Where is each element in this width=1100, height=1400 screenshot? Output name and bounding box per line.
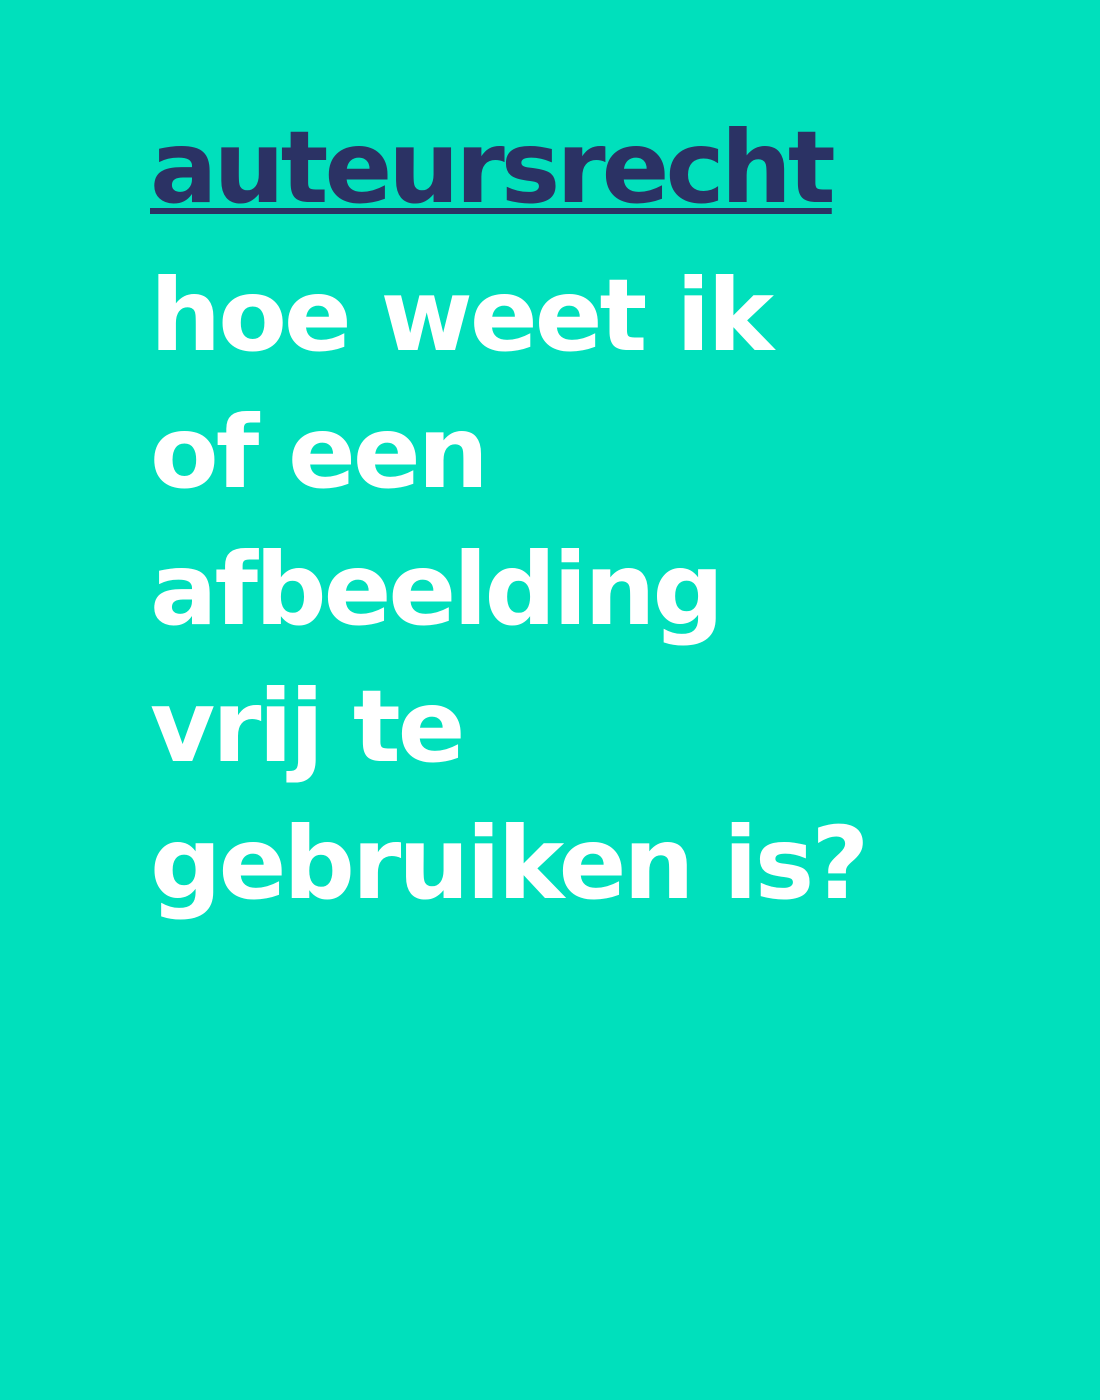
question-line: afbeelding — [150, 531, 724, 648]
topic-link[interactable]: auteursrecht — [150, 108, 836, 228]
question-line: of een — [150, 394, 489, 511]
question-heading: hoe weet ik of een afbeelding vrij te ge… — [150, 247, 869, 932]
question-line: gebruiken is? — [150, 805, 869, 922]
question-line: vrij te — [150, 668, 466, 785]
question-line: hoe weet ik — [150, 257, 774, 374]
title-card: auteursrecht hoe weet ik of een afbeeldi… — [0, 0, 1100, 1400]
